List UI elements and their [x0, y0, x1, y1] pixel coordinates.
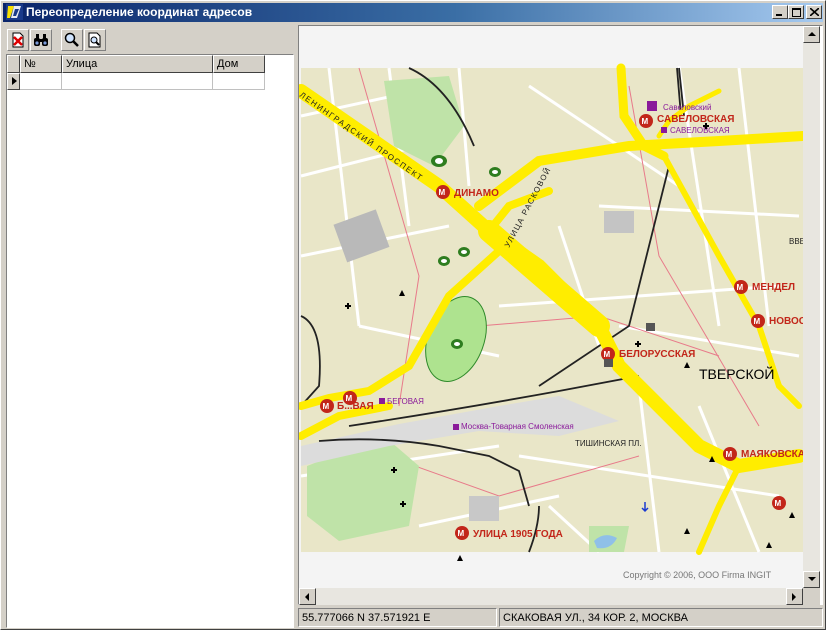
maximize-button[interactable] [788, 5, 804, 19]
stadium-icon [438, 256, 450, 266]
metro-label-novoslobodskaya: НОВОС [769, 316, 803, 327]
column-header-house[interactable]: Дом [213, 55, 265, 73]
station-label-begovaya: БЕГОВАЯ [387, 397, 424, 406]
cell-house[interactable] [213, 73, 265, 90]
stadium-icon [451, 339, 463, 349]
address-list-pane: № Улица Дом [4, 25, 294, 628]
railway-station-icon [647, 101, 657, 111]
toolbar [4, 25, 294, 53]
map-horizontal-scrollbar[interactable] [299, 588, 803, 605]
stadium-icon [489, 167, 501, 177]
address-grid[interactable]: № Улица Дом [6, 54, 294, 628]
street-label-tishinskaya: ТИШИНСКАЯ ПЛ. [575, 439, 642, 448]
status-bar: 55.777066 N 37.571921 E СКАКОВАЯ УЛ., 34… [298, 608, 823, 627]
district-label-tverskoy: ТВЕРСКОЙ [699, 365, 774, 382]
status-address: СКАКОВАЯ УЛ., 34 КОР. 2, МОСКВА [499, 608, 823, 627]
arrow-right-icon [792, 593, 796, 601]
row-pointer-icon [12, 77, 17, 85]
scroll-right-button[interactable] [786, 588, 803, 605]
cell-number[interactable] [20, 73, 62, 90]
preview-document-icon [88, 32, 101, 48]
station-label-savelovskaya: САВЕЛОВСКАЯ [670, 126, 730, 135]
column-header-street[interactable]: Улица [62, 55, 213, 73]
station-label-savelovsky: Савеловский [663, 103, 711, 112]
svg-text:М: М [458, 529, 465, 538]
scroll-up-button[interactable] [803, 26, 820, 43]
railway-station-icon [379, 398, 385, 404]
find-button[interactable] [30, 29, 52, 51]
station-label-smolenskaya-tovarnaya: Москва-Товарная Смоленская [461, 422, 574, 431]
city-map[interactable]: М САВЕЛОВСКАЯ М ДИНАМО М БЕЛОРУССКАЯ М М… [299, 26, 803, 588]
delete-document-icon [12, 32, 24, 48]
maximize-icon [792, 8, 801, 17]
metro-icon: М [320, 399, 334, 413]
map-view[interactable]: М САВЕЛОВСКАЯ М ДИНАМО М БЕЛОРУССКАЯ М М… [299, 26, 803, 588]
metro-icon: М [723, 447, 737, 461]
railway-station-icon [453, 424, 459, 430]
arrow-down-icon [808, 577, 816, 581]
stadium-icon [431, 155, 447, 167]
map-vertical-scrollbar[interactable] [803, 26, 820, 588]
svg-text:М: М [754, 317, 761, 326]
zoom-button[interactable] [61, 29, 83, 51]
grid-header: № Улица Дом [7, 55, 265, 73]
app-window: Переопределение координат адресов № Улиц… [0, 0, 826, 630]
map-pane: М САВЕЛОВСКАЯ М ДИНАМО М БЕЛОРУССКАЯ М М… [298, 25, 823, 605]
current-row-indicator [7, 73, 20, 90]
window-title: Переопределение координат адресов [26, 5, 253, 19]
close-button[interactable] [806, 5, 822, 19]
metro-label-mayakovskaya: МАЯКОВСКА [741, 449, 803, 460]
metro-icon: М [772, 496, 786, 510]
arrow-left-icon [305, 593, 309, 601]
map-tile [299, 63, 803, 555]
map-edge-label: ВВЕ [789, 237, 803, 246]
scroll-down-button[interactable] [803, 571, 820, 588]
status-coordinates: 55.777066 N 37.571921 E [298, 608, 497, 627]
scrollbar-corner [803, 588, 820, 605]
railway-station-icon [661, 127, 667, 133]
magnifier-icon [64, 32, 79, 47]
arrow-up-icon [808, 32, 816, 36]
metro-icon: М [601, 347, 615, 361]
svg-text:М: М [775, 499, 782, 508]
app-logo-icon [6, 4, 23, 20]
metro-label-mendeleevskaya: МЕНДЕЛ [752, 282, 795, 293]
title-bar[interactable]: Переопределение координат адресов [3, 3, 823, 22]
metro-label-savelovskaya: САВЕЛОВСКАЯ [657, 114, 734, 125]
close-icon [810, 8, 819, 16]
table-row[interactable] [7, 73, 265, 90]
preview-button[interactable] [84, 29, 106, 51]
railway-terminal-icon [604, 359, 613, 367]
minimize-button[interactable] [772, 5, 788, 19]
minimize-icon [776, 14, 782, 16]
cell-street[interactable] [62, 73, 213, 90]
stadium-icon [458, 247, 470, 257]
building-icon [646, 323, 655, 331]
column-header-number[interactable]: № [20, 55, 62, 73]
metro-icon: М [455, 526, 469, 540]
metro-label-begovaya: Б...ВАЯ [337, 401, 374, 412]
svg-text:М: М [439, 188, 446, 197]
metro-icon: М [734, 280, 748, 294]
metro-icon: М [751, 314, 765, 328]
metro-label-belorusskaya: БЕЛОРУССКАЯ [619, 349, 695, 360]
metro-icon: М [639, 114, 653, 128]
svg-text:М: М [726, 450, 733, 459]
scroll-left-button[interactable] [299, 588, 316, 605]
metro-icon: М [436, 185, 450, 199]
svg-text:М: М [604, 350, 611, 359]
map-copyright: Copyright © 2006, OOO Firma INGIT [623, 570, 772, 580]
svg-text:М: М [737, 283, 744, 292]
svg-text:М: М [323, 402, 330, 411]
svg-text:М: М [642, 117, 649, 126]
grid-indicator-header [7, 55, 20, 73]
metro-label-ulitsa-1905-goda: УЛИЦА 1905 ГОДА [473, 529, 563, 540]
metro-label-dinamo: ДИНАМО [454, 188, 499, 199]
delete-button[interactable] [7, 29, 29, 51]
binoculars-icon [34, 34, 48, 46]
